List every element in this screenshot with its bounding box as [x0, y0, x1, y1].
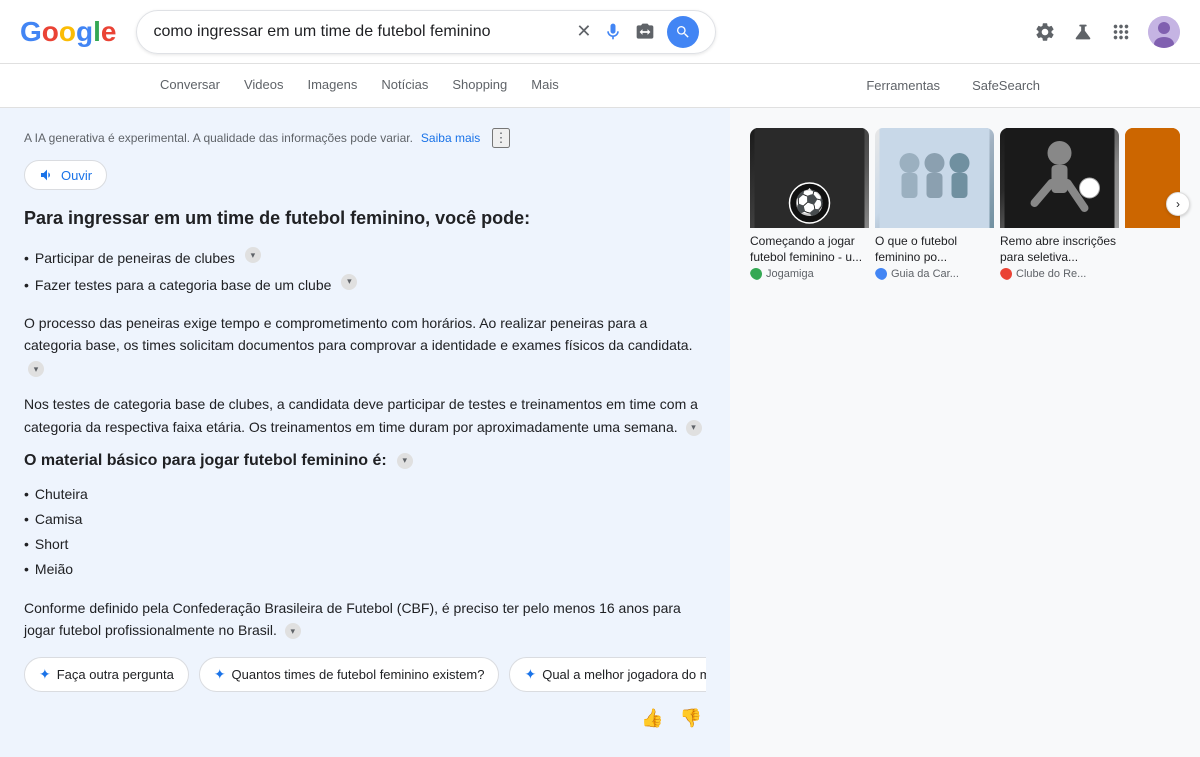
tab-conversar[interactable]: Conversar [148, 64, 232, 107]
tab-noticias[interactable]: Notícias [369, 64, 440, 107]
tab-mais[interactable]: Mais [519, 64, 570, 107]
notice-more-button[interactable]: ⋮ [492, 128, 509, 148]
source-dot-0 [750, 268, 762, 280]
image-source-2: Clube do Re... [1000, 268, 1119, 280]
google-logo[interactable]: Google [20, 16, 116, 48]
lens-search-button[interactable] [635, 22, 655, 42]
ai-panel: A IA generativa é experimental. A qualid… [0, 108, 730, 757]
search-input[interactable] [153, 23, 576, 41]
header-right [1034, 16, 1180, 48]
ai-paragraph-3: Conforme definido pela Confederação Bras… [24, 597, 706, 642]
suggestion-1[interactable]: ✦ Quantos times de futebol feminino exis… [199, 657, 500, 692]
expand-list-1[interactable]: ▾ [337, 274, 361, 290]
settings-button[interactable] [1034, 21, 1056, 43]
image-label-2: Remo abre inscrições para seletiva... [1000, 234, 1119, 265]
expand-para-2[interactable]: ▾ [682, 420, 706, 436]
material-list: Chuteira Camisa Short Meião [24, 482, 706, 583]
apps-button[interactable] [1110, 21, 1132, 43]
search-bar: ✕ [136, 10, 716, 54]
image-source-0: Jogamiga [750, 268, 869, 280]
safesearch-button[interactable]: SafeSearch [960, 70, 1052, 101]
voice-search-button[interactable] [603, 22, 623, 42]
clear-button[interactable]: ✕ [576, 21, 591, 42]
listen-label: Ouvir [61, 168, 92, 183]
suggestion-0[interactable]: ✦ Faça outra pergunta [24, 657, 189, 692]
expand-subtitle[interactable]: ▾ [393, 453, 417, 469]
ai-notice-text: A IA generativa é experimental. A qualid… [24, 131, 413, 145]
image-label-0: Começando a jogar futebol feminino - u..… [750, 234, 869, 265]
nav-tabs: Conversar Videos Imagens Notícias Shoppi… [0, 64, 1200, 108]
material-item-2: Short [24, 532, 706, 557]
listen-button[interactable]: Ouvir [24, 160, 107, 190]
source-dot-2 [1000, 268, 1012, 280]
image-card-1[interactable]: O que o futebol feminino po... Guia da C… [875, 128, 994, 280]
tab-imagens[interactable]: Imagens [295, 64, 369, 107]
feedback-row: 👍 👎 [24, 704, 706, 733]
ai-notice: A IA generativa é experimental. A qualid… [24, 128, 706, 148]
image-label-1: O que o futebol feminino po... [875, 234, 994, 265]
ai-subtitle: O material básico para jogar futebol fem… [24, 452, 706, 470]
ai-paragraph-2: Nos testes de categoria base de clubes, … [24, 393, 706, 438]
image-source-1: Guia da Car... [875, 268, 994, 280]
source-dot-1 [875, 268, 887, 280]
tab-shopping[interactable]: Shopping [440, 64, 519, 107]
image-card-2[interactable]: Remo abre inscrições para seletiva... Cl… [1000, 128, 1119, 280]
search-submit-button[interactable] [667, 16, 699, 48]
main-content: A IA generativa é experimental. A qualid… [0, 108, 1200, 757]
ai-paragraph-1: O processo das peneiras exige tempo e co… [24, 312, 706, 379]
ai-title: Para ingressar em um time de futebol fem… [24, 206, 706, 231]
expand-para-3[interactable]: ▾ [281, 623, 305, 639]
saiba-mais-link[interactable]: Saiba mais [421, 131, 480, 145]
thumbs-down-button[interactable]: 👎 [676, 704, 706, 733]
lab-icon-button[interactable] [1072, 21, 1094, 43]
tab-videos[interactable]: Videos [232, 64, 296, 107]
ferramentas-button[interactable]: Ferramentas [854, 70, 952, 101]
image-card-0[interactable]: Começando a jogar futebol feminino - u..… [750, 128, 869, 280]
expand-para-1[interactable]: ▾ [24, 361, 48, 377]
expand-list-0[interactable]: ▾ [241, 247, 265, 263]
suggestion-2[interactable]: ✦ Qual a melhor jogadora do mundo? [509, 657, 706, 692]
material-item-0: Chuteira [24, 482, 706, 507]
images-more-arrow[interactable]: › [1166, 192, 1190, 216]
ai-list: Participar de peneiras de clubes ▾ Fazer… [24, 247, 706, 296]
user-avatar[interactable] [1148, 16, 1180, 48]
thumbs-up-button[interactable]: 👍 [637, 704, 667, 733]
images-grid: Começando a jogar futebol feminino - u..… [750, 128, 1180, 280]
suggestions-row: ✦ Faça outra pergunta ✦ Quantos times de… [24, 657, 706, 692]
header: Google ✕ [0, 0, 1200, 64]
material-item-1: Camisa [24, 507, 706, 532]
material-item-3: Meião [24, 557, 706, 582]
list-item-0: Participar de peneiras de clubes ▾ [24, 247, 706, 269]
images-panel: Começando a jogar futebol feminino - u..… [730, 108, 1200, 757]
list-item-1: Fazer testes para a categoria base de um… [24, 274, 706, 296]
